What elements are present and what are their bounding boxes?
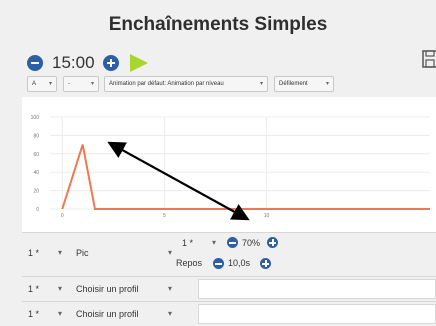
annotation-arrow	[107, 141, 250, 221]
